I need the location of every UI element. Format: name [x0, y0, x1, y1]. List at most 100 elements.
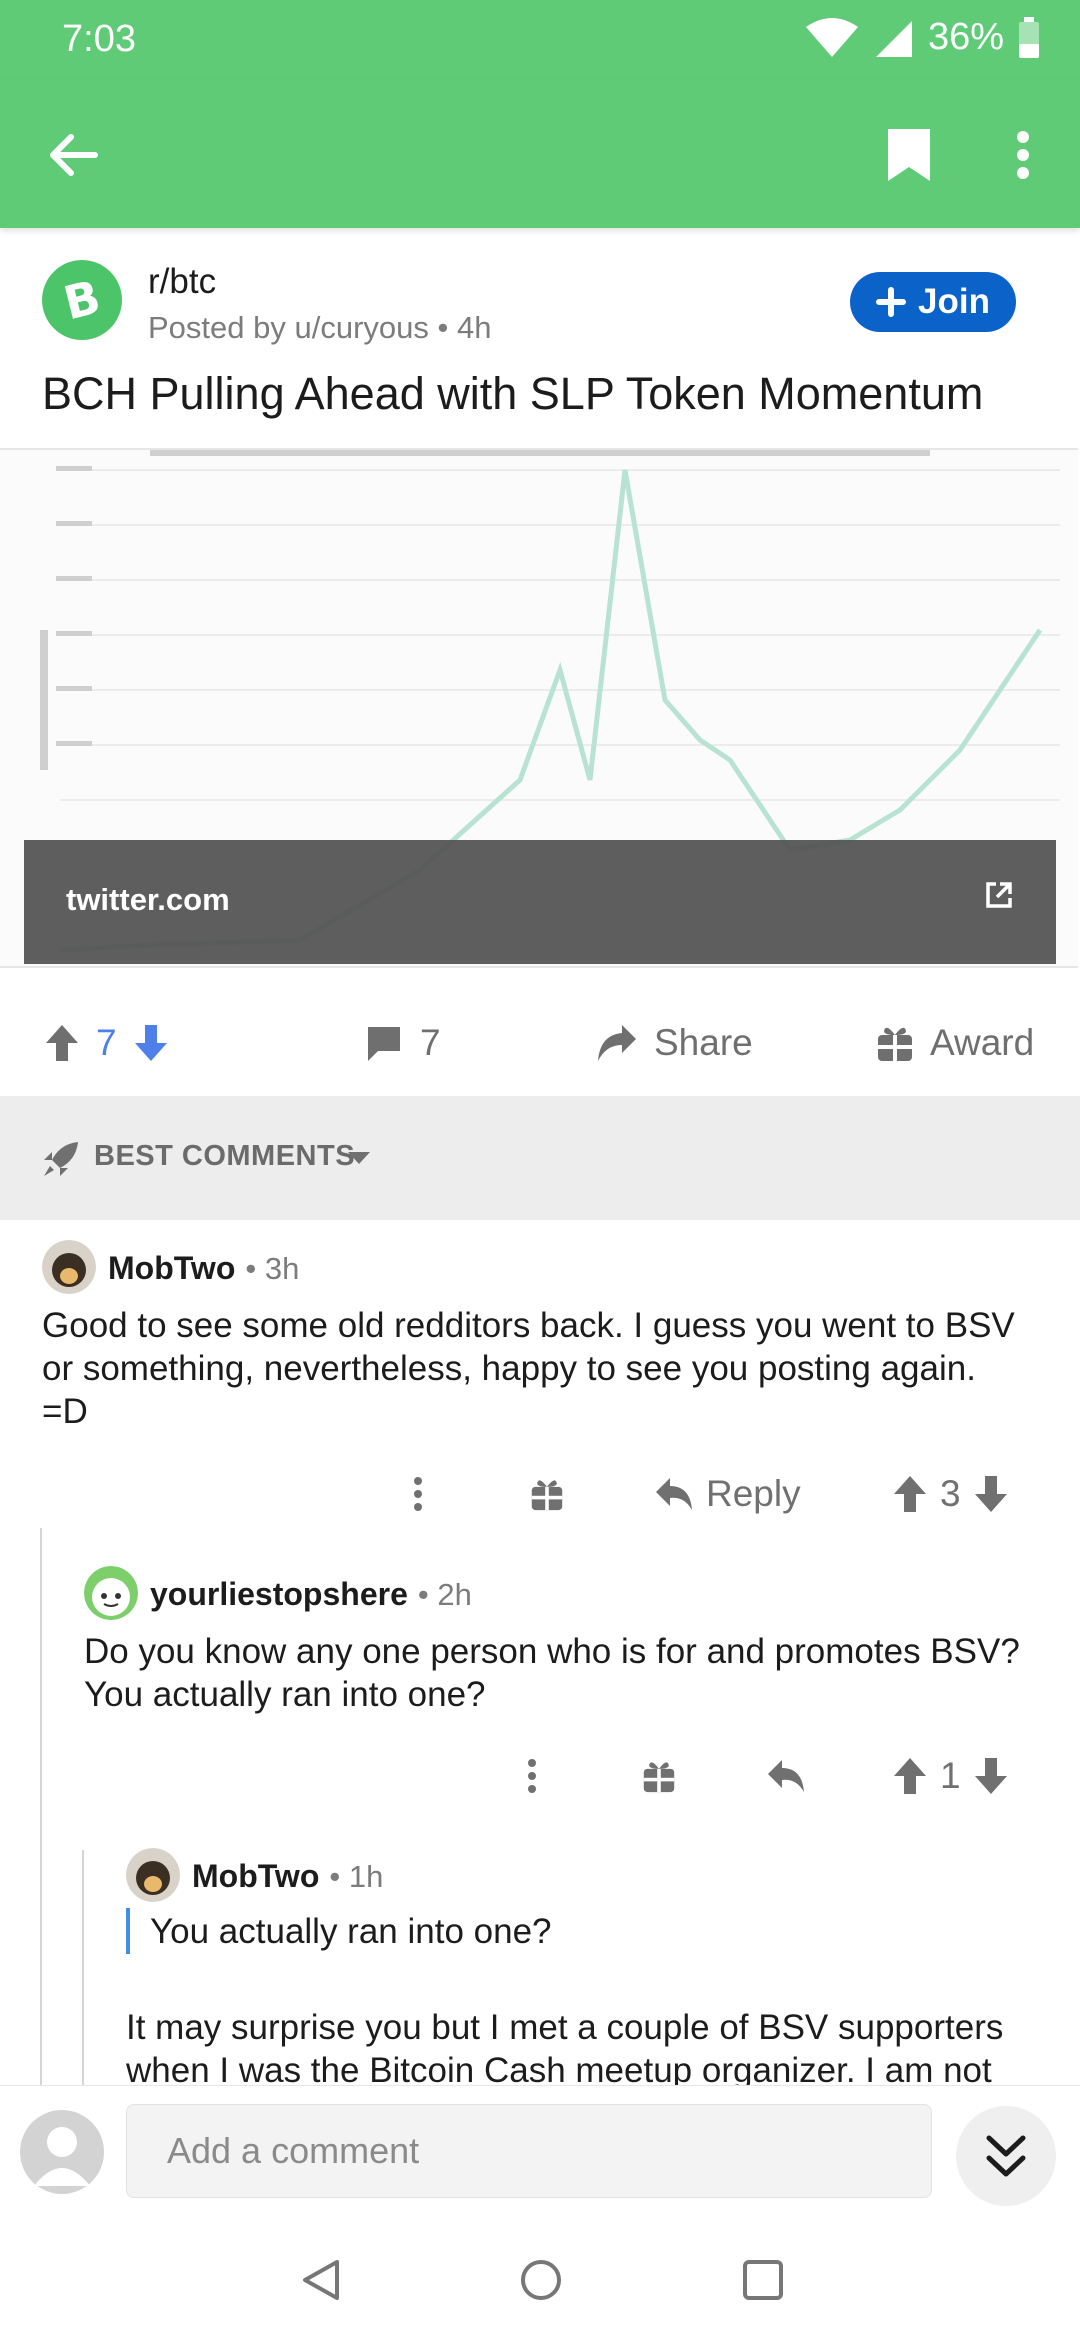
comment-author[interactable]: MobTwo [108, 1250, 235, 1287]
triangle-back-icon [303, 2260, 339, 2300]
more-vertical-icon [1017, 131, 1029, 179]
comment-body: Good to see some old redditors back. I g… [42, 1306, 1015, 1431]
user-avatar-icon [34, 2127, 90, 2186]
status-bar: 7:03 36% [0, 0, 1080, 80]
thread-line[interactable] [40, 1528, 42, 2088]
arrow-left-icon [50, 134, 98, 176]
post-score: 7 [96, 1022, 117, 1063]
wifi-icon [805, 17, 858, 57]
more-vertical-icon [528, 1759, 536, 1793]
comment-vote-group: 3 [892, 1464, 1009, 1524]
system-nav-bar [0, 2215, 1080, 2340]
back-button[interactable] [38, 120, 108, 190]
square-recents-icon [743, 2260, 783, 2300]
downvote-icon[interactable] [973, 1756, 1009, 1796]
comment-count: 7 [420, 1022, 441, 1063]
double-chevron-down-icon [986, 2135, 1026, 2177]
upvote-icon[interactable] [892, 1474, 928, 1514]
gift-icon [878, 1027, 912, 1061]
upvote-icon[interactable] [44, 1023, 80, 1063]
reply-icon [768, 1760, 804, 1792]
comment-vote-group: 1 [892, 1746, 1009, 1806]
downvote-icon[interactable] [973, 1474, 1009, 1514]
user-avatar-icon [126, 1848, 180, 1902]
gift-icon [643, 1762, 675, 1793]
thread-line[interactable] [82, 1850, 84, 2088]
avatar[interactable] [42, 1240, 96, 1294]
rocket-icon [44, 1142, 78, 1176]
add-comment-input[interactable]: Add a comment [126, 2104, 932, 2198]
gift-icon [531, 1480, 563, 1511]
comment-body: It may surprise you but I met a couple o… [126, 2008, 1004, 2086]
comment-sort-bar[interactable]: BEST COMMENTS [0, 1096, 1080, 1220]
comment-meta: • 2h [417, 1577, 472, 1612]
share-button[interactable]: Share [596, 1018, 753, 1068]
avatar [20, 2110, 104, 2194]
collapse-button[interactable] [956, 2106, 1056, 2206]
preview-caption-bar: twitter.com [24, 840, 1056, 964]
avatar[interactable] [84, 1566, 138, 1620]
toolbar [0, 80, 1080, 228]
more-options-button[interactable] [526, 1746, 538, 1806]
comment-author[interactable]: yourliestopshere [150, 1576, 408, 1613]
award-button[interactable] [642, 1746, 676, 1806]
bitcoin-cash-logo-icon: B [58, 270, 105, 330]
bookmark-button[interactable] [874, 120, 944, 190]
battery-percent: 36% [927, 16, 1004, 58]
user-avatar-icon [42, 1240, 96, 1294]
comment-score: 1 [940, 1755, 961, 1796]
post-action-bar: 7 7 Share Award [0, 990, 1080, 1096]
chevron-down-icon [348, 1152, 370, 1164]
bookmark-icon [888, 129, 930, 181]
award-label: Award [930, 1022, 1035, 1063]
reply-label: Reply [706, 1473, 801, 1514]
upvote-icon[interactable] [892, 1756, 928, 1796]
comment-score: 3 [940, 1473, 961, 1514]
comment-meta: • 3h [245, 1251, 300, 1286]
comment-composer: Add a comment [0, 2085, 1080, 2216]
reply-button[interactable] [766, 1746, 806, 1806]
nav-recents-button[interactable] [738, 2255, 788, 2305]
battery-icon [1019, 16, 1039, 58]
more-vertical-icon [414, 1477, 422, 1511]
comment-icon [368, 1027, 400, 1061]
reply-button[interactable]: Reply [654, 1464, 801, 1524]
comment-body: Do you know any one person who is for an… [84, 1632, 1020, 1714]
post-meta: Posted by u/curyous • 4h [148, 310, 492, 345]
comment-quote: You actually ran into one? [150, 1912, 552, 1951]
circle-home-icon [521, 2260, 561, 2300]
avatar[interactable] [126, 1848, 180, 1902]
award-button[interactable]: Award [876, 1018, 1034, 1068]
join-button[interactable]: Join [850, 272, 1016, 332]
preview-domain: twitter.com [66, 882, 230, 917]
link-preview[interactable]: twitter.com [0, 448, 1078, 968]
subreddit-avatar[interactable]: B [42, 260, 122, 340]
user-avatar-icon [84, 1566, 138, 1620]
plus-icon [876, 287, 907, 317]
nav-back-button[interactable] [296, 2255, 346, 2305]
share-icon [598, 1025, 636, 1061]
comment-actions: 1 [0, 1746, 1080, 1806]
comment-meta: • 1h [329, 1859, 384, 1894]
external-link-icon [986, 882, 1012, 908]
quote-bar [126, 1908, 130, 1954]
svg-text:B: B [58, 270, 105, 330]
more-options-button[interactable] [988, 120, 1058, 190]
comment-actions: Reply 3 [0, 1464, 1080, 1524]
comments-button[interactable]: 7 [364, 1018, 441, 1068]
share-label: Share [654, 1022, 753, 1063]
join-label: Join [918, 282, 990, 321]
comment-author[interactable]: MobTwo [192, 1858, 319, 1895]
more-options-button[interactable] [412, 1464, 424, 1524]
downvote-icon[interactable] [133, 1023, 169, 1063]
reply-icon [656, 1478, 692, 1510]
sort-label: BEST COMMENTS [94, 1140, 356, 1172]
signal-icon [875, 20, 912, 57]
nav-home-button[interactable] [516, 2255, 566, 2305]
vote-group: 7 [44, 1018, 169, 1068]
status-time: 7:03 [62, 18, 136, 60]
award-button[interactable] [530, 1464, 564, 1524]
subreddit-name[interactable]: r/btc [148, 262, 216, 302]
post-title[interactable]: BCH Pulling Ahead with SLP Token Momentu… [42, 368, 983, 420]
add-comment-placeholder: Add a comment [167, 2130, 420, 2171]
